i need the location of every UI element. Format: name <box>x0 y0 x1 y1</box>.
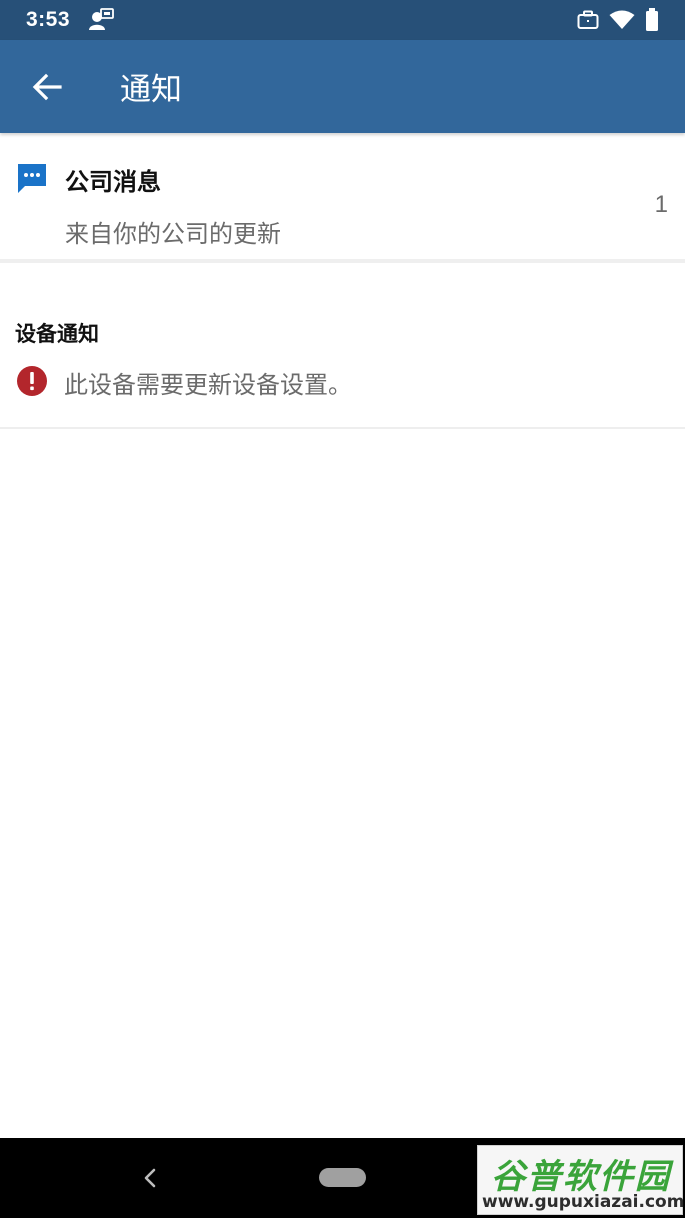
divider <box>0 427 685 429</box>
company-messages-subtitle: 来自你的公司的更新 <box>65 220 281 248</box>
divider <box>0 259 685 263</box>
company-messages-title: 公司消息 <box>65 168 161 196</box>
page-title: 通知 <box>120 72 182 108</box>
screen: 3:53 通知 公司消息 来自你的公司的更新 1 设备通知 此设备需要更新设备设… <box>0 0 685 1218</box>
watermark-text: 谷普软件园 <box>491 1157 671 1197</box>
arrow-left-icon <box>32 73 62 100</box>
nav-back-button[interactable] <box>136 1162 164 1194</box>
company-messages-item[interactable]: 公司消息 来自你的公司的更新 1 <box>0 134 685 260</box>
watermark-url: www.gupuxiazai.com <box>482 1192 685 1212</box>
device-notifications-header: 设备通知 <box>15 322 99 346</box>
battery-icon <box>646 8 658 31</box>
status-bar: 3:53 <box>0 0 685 40</box>
chat-bubble-icon <box>16 162 48 198</box>
device-notification-text: 此设备需要更新设备设置。 <box>64 371 352 399</box>
wifi-icon <box>609 10 635 29</box>
nav-home-button[interactable] <box>319 1168 366 1187</box>
status-time: 3:53 <box>26 8 71 31</box>
account-badge-icon <box>88 8 114 32</box>
status-icons <box>577 8 659 32</box>
app-bar: 通知 <box>0 40 685 133</box>
briefcase-icon <box>577 10 599 29</box>
company-messages-count: 1 <box>654 191 668 218</box>
watermark: 谷普软件园 www.gupuxiazai.com <box>477 1145 685 1215</box>
device-notification-item[interactable]: 此设备需要更新设备设置。 <box>0 356 685 406</box>
back-button[interactable] <box>17 57 77 117</box>
alert-circle-icon <box>16 365 48 401</box>
